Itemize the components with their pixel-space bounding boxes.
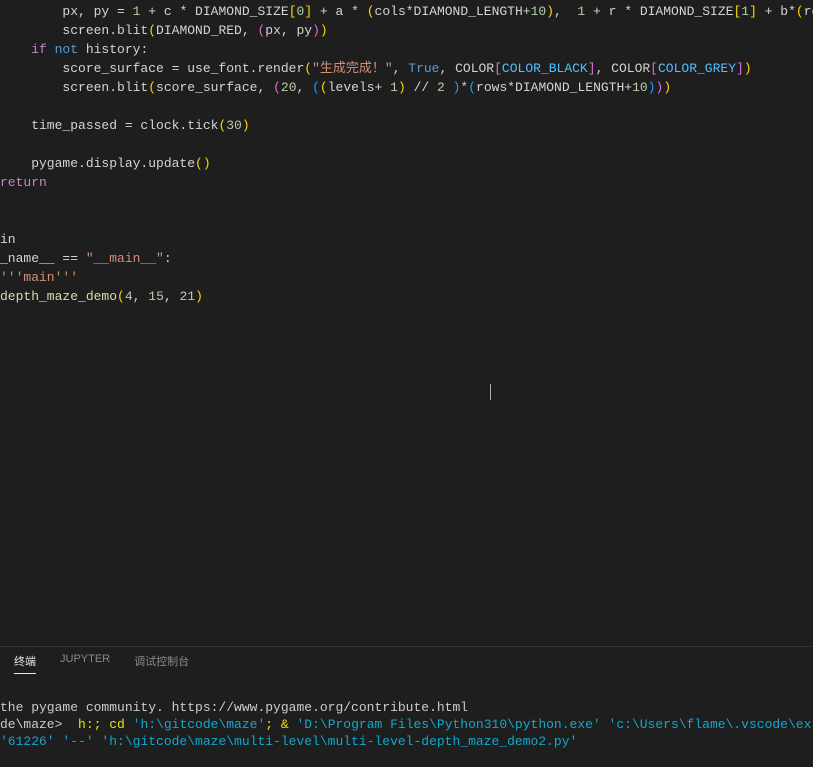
panel-tabs: 终端 JUPYTER 调试控制台: [0, 647, 813, 674]
code-line: [0, 192, 813, 211]
terminal-cmd: ; &: [265, 717, 296, 732]
tab-terminal[interactable]: 终端: [14, 653, 36, 674]
code-line: screen.blit(score_surface, (20, ((levels…: [0, 78, 813, 97]
bottom-panel: 终端 JUPYTER 调试控制台 the pygame community. h…: [0, 646, 813, 745]
code-editor[interactable]: px, py = 1 + c * DIAMOND_SIZE[0] + a * (…: [0, 0, 813, 646]
code-line: score_surface = use_font.render("生成完成！",…: [0, 59, 813, 78]
code-line: '''main''': [0, 268, 813, 287]
code-line: [0, 211, 813, 230]
terminal-cmd: h:; cd: [70, 717, 132, 732]
code-line: screen.blit(DIAMOND_RED, (px, py)): [0, 21, 813, 40]
code-line: _name__ == "__main__":: [0, 249, 813, 268]
terminal-arg: '--': [55, 734, 102, 749]
code-line: in: [0, 230, 813, 249]
terminal-output[interactable]: the pygame community. https://www.pygame…: [0, 674, 813, 767]
terminal-path: 'h:\gitcode\maze\multi-level\multi-level…: [101, 734, 577, 749]
terminal-path: 'D:\Program Files\Python310\python.exe': [296, 717, 600, 732]
text-cursor-icon: [490, 384, 491, 400]
terminal-prompt: de\maze>: [0, 717, 70, 732]
terminal-line: the pygame community. https://www.pygame…: [0, 700, 468, 715]
code-line: if not history:: [0, 40, 813, 59]
code-line: [0, 135, 813, 154]
code-line: return: [0, 173, 813, 192]
terminal-path: 'h:\gitcode\maze': [133, 717, 266, 732]
code-line: depth_maze_demo(4, 15, 21): [0, 287, 813, 306]
code-line: px, py = 1 + c * DIAMOND_SIZE[0] + a * (…: [0, 2, 813, 21]
code-line: pygame.display.update(): [0, 154, 813, 173]
tab-jupyter[interactable]: JUPYTER: [60, 653, 110, 674]
terminal-arg: '61226': [0, 734, 55, 749]
code-line: time_passed = clock.tick(30): [0, 116, 813, 135]
tab-debug-console[interactable]: 调试控制台: [134, 653, 189, 674]
code-line: [0, 97, 813, 116]
terminal-path: 'c:\Users\flame\.vscode\extensions\ms-p: [609, 717, 813, 732]
